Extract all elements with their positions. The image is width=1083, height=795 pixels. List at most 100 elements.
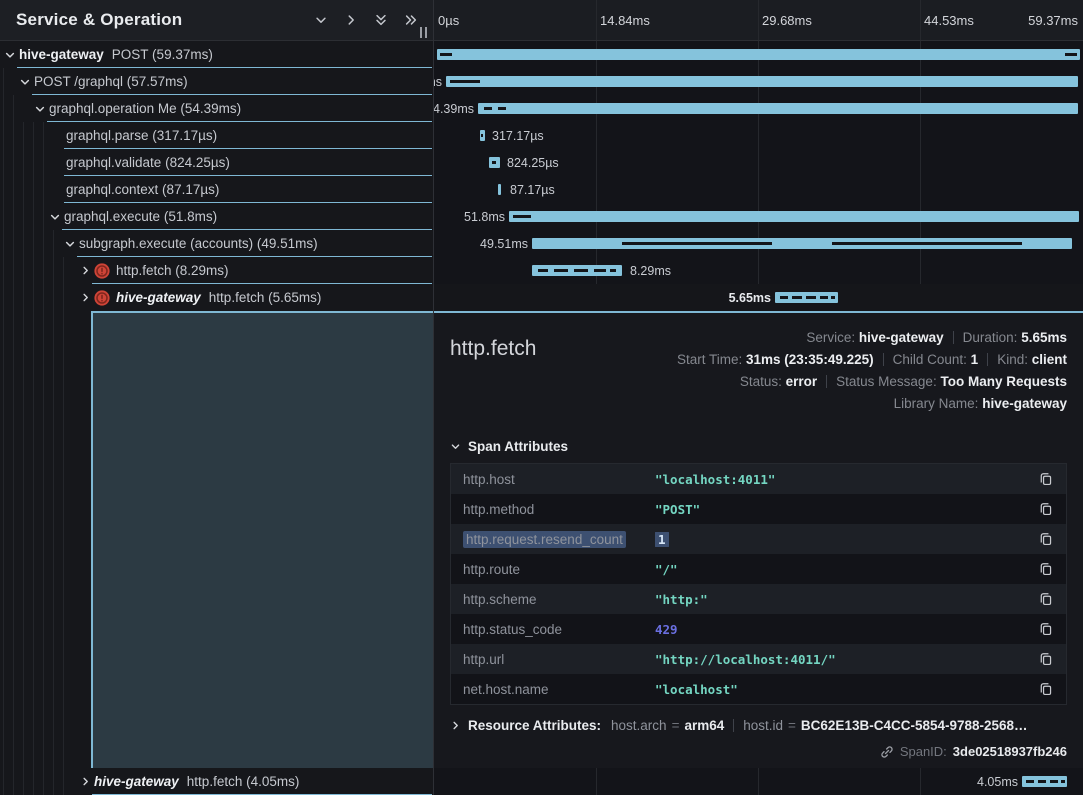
- meta-duration: 5.65ms: [1021, 330, 1067, 345]
- copy-icon[interactable]: [1034, 592, 1058, 606]
- panel-resize-handle[interactable]: [420, 27, 427, 38]
- attribute-row[interactable]: http.host "localhost:4011": [451, 464, 1066, 494]
- waterfall-row: 51.8ms: [434, 203, 1083, 230]
- gridline: [920, 768, 921, 795]
- indent-guide: [33, 122, 34, 795]
- chevron-down-icon[interactable]: [33, 102, 47, 116]
- attribute-key: net.host.name: [463, 682, 655, 697]
- chevron-right-icon[interactable]: [450, 720, 461, 731]
- expand-one-icon[interactable]: [343, 12, 359, 28]
- bar-duration-label: 54.39ms: [434, 95, 474, 122]
- copy-icon[interactable]: [1034, 622, 1058, 636]
- copy-icon[interactable]: [1034, 532, 1058, 546]
- chevron-right-icon[interactable]: [78, 264, 92, 278]
- waterfall-row-selected: 5.65ms: [434, 284, 1083, 311]
- copy-icon[interactable]: [1034, 682, 1058, 696]
- tree-row[interactable]: graphql.validate (824.25µs): [0, 149, 432, 176]
- bar-duration-label: 87.17µs: [510, 176, 555, 203]
- attribute-row[interactable]: net.host.name "localhost": [451, 674, 1066, 704]
- chevron-right-icon[interactable]: [78, 775, 92, 789]
- tree-row[interactable]: hive-gateway POST (59.37ms): [0, 41, 432, 68]
- gridline: [596, 768, 597, 795]
- span-bar[interactable]: [1022, 776, 1067, 787]
- bar-segment: [554, 269, 568, 272]
- span-bar[interactable]: [532, 265, 622, 276]
- copy-icon[interactable]: [1034, 652, 1058, 666]
- bar-duration-label: 4.05ms: [977, 768, 1018, 795]
- chevron-down-icon[interactable]: [18, 75, 32, 89]
- collapse-all-icon[interactable]: [373, 12, 389, 28]
- resource-value: arm64: [684, 718, 724, 733]
- bar-duration-label: 317.17µs: [492, 122, 544, 149]
- tree-row[interactable]: subgraph.execute (accounts) (49.51ms): [0, 230, 432, 257]
- attribute-value: "localhost:4011": [655, 472, 1034, 487]
- tree-row[interactable]: http.fetch (8.29ms): [0, 257, 432, 284]
- attribute-row[interactable]: http.status_code 429: [451, 614, 1066, 644]
- chevron-down-icon[interactable]: [63, 237, 77, 251]
- meta-line: Status: errorStatus Message: Too Many Re…: [677, 371, 1067, 393]
- tree-row[interactable]: hive-gateway http.fetch (4.05ms): [0, 768, 432, 795]
- attribute-key: http.host: [463, 472, 655, 487]
- span-bar[interactable]: [446, 76, 1078, 87]
- resource-attributes-title: Resource Attributes:: [468, 718, 601, 733]
- copy-icon[interactable]: [1034, 502, 1058, 516]
- span-label: graphql.execute (51.8ms): [64, 209, 217, 224]
- bar-segment: [594, 269, 606, 272]
- ruler-tick: 59.37ms: [1028, 0, 1078, 40]
- span-bar[interactable]: [532, 238, 1072, 249]
- bar-segment: [498, 107, 506, 110]
- attribute-key: http.status_code: [463, 622, 655, 637]
- tree-row[interactable]: graphql.execute (51.8ms): [0, 203, 432, 230]
- span-attributes-title: Span Attributes: [468, 439, 568, 454]
- bar-segment: [492, 161, 496, 164]
- meta-child-count: 1: [971, 352, 979, 367]
- indent-guide: [53, 230, 54, 795]
- tree-row[interactable]: graphql.parse (317.17µs): [0, 122, 432, 149]
- tree-row-selected[interactable]: hive-gateway http.fetch (5.65ms): [0, 284, 432, 311]
- tree-header: Service & Operation: [0, 0, 433, 41]
- span-bar[interactable]: [478, 103, 1078, 114]
- bar-duration-label: 57.57ms: [434, 68, 442, 95]
- bar-segment: [440, 53, 452, 56]
- attribute-row[interactable]: http.route "/": [451, 554, 1066, 584]
- span-label: http.fetch (5.65ms): [209, 290, 322, 305]
- bar-segment: [832, 242, 1022, 245]
- collapse-one-icon[interactable]: [313, 12, 329, 28]
- span-bar[interactable]: [498, 184, 501, 195]
- attribute-row[interactable]: http.url "http://localhost:4011/": [451, 644, 1066, 674]
- attribute-row[interactable]: http.method "POST": [451, 494, 1066, 524]
- meta-kind: client: [1032, 352, 1067, 367]
- attribute-row[interactable]: http.scheme "http:": [451, 584, 1066, 614]
- attribute-row-selected[interactable]: http.request.resend_count 1: [451, 524, 1066, 554]
- expand-all-icon[interactable]: [403, 12, 419, 28]
- span-label: POST (59.37ms): [112, 47, 213, 62]
- gridline: [596, 0, 597, 40]
- tree-row[interactable]: graphql.operation Me (54.39ms): [0, 95, 432, 122]
- span-bar[interactable]: [489, 157, 500, 168]
- bar-segment: [481, 134, 483, 137]
- chevron-right-icon[interactable]: [78, 291, 92, 305]
- span-label: graphql.operation Me (54.39ms): [49, 101, 241, 116]
- span-bar[interactable]: [480, 130, 485, 141]
- span-label: graphql.context (87.17µs): [66, 182, 219, 197]
- link-icon[interactable]: [880, 745, 894, 759]
- copy-icon[interactable]: [1034, 472, 1058, 486]
- bar-duration-label: 5.65ms: [729, 284, 771, 311]
- attribute-value: "localhost": [655, 682, 1034, 697]
- ruler-tick: 29.68ms: [762, 0, 812, 40]
- tree-row[interactable]: graphql.context (87.17µs): [0, 176, 432, 203]
- chevron-down-icon[interactable]: [3, 48, 17, 62]
- tree-row[interactable]: POST /graphql (57.57ms): [0, 68, 432, 95]
- ruler-tick: 44.53ms: [924, 0, 974, 40]
- chevron-down-icon[interactable]: [48, 210, 62, 224]
- span-id-label: SpanID:: [900, 744, 947, 759]
- copy-icon[interactable]: [1034, 562, 1058, 576]
- span-bar[interactable]: [775, 292, 838, 303]
- span-bar[interactable]: [437, 49, 1080, 60]
- span-bar[interactable]: [509, 211, 1079, 222]
- gridline: [758, 768, 759, 795]
- ruler-tick: 14.84ms: [600, 0, 650, 40]
- bar-segment: [1038, 780, 1046, 783]
- bar-segment: [831, 296, 835, 299]
- span-attributes-toggle[interactable]: Span Attributes: [450, 439, 1067, 454]
